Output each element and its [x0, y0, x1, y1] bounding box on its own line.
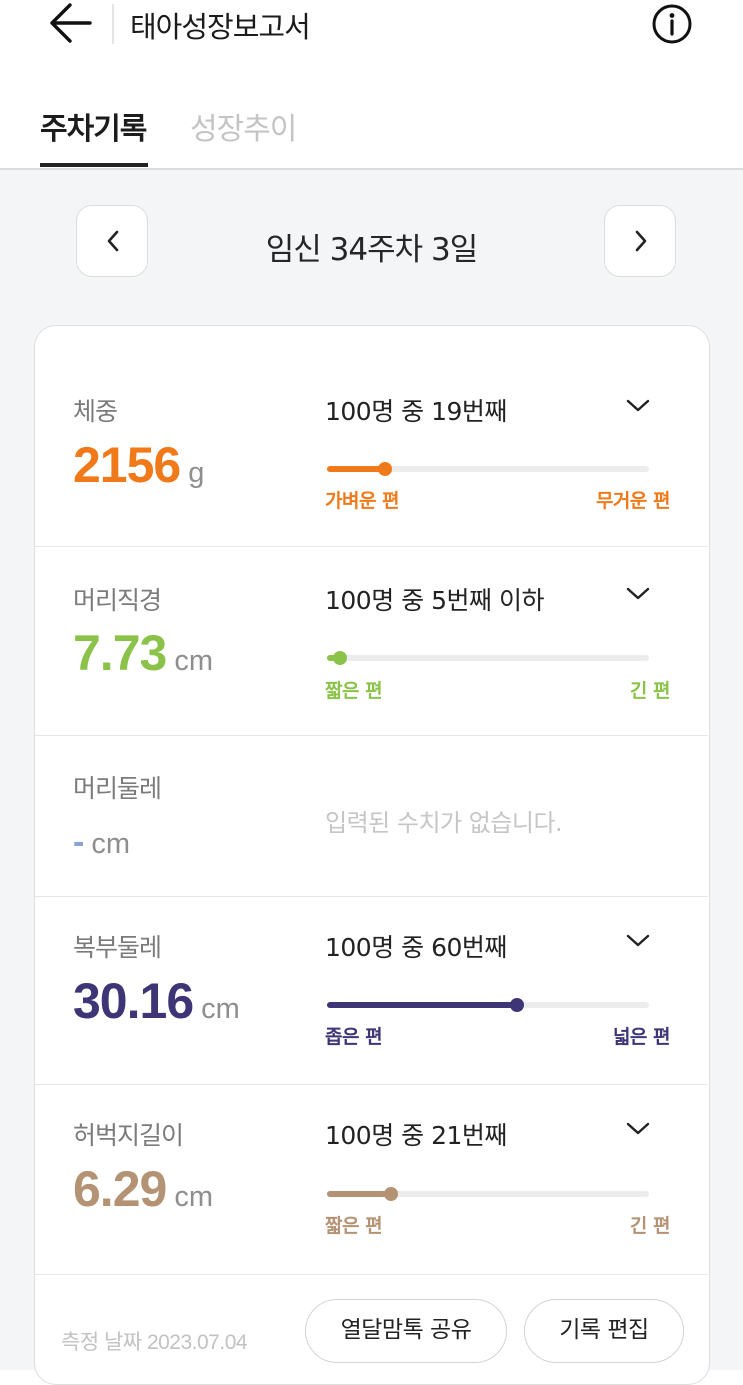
scale-right-label: 긴 편 — [629, 680, 671, 702]
scale-right-label: 무거운 편 — [595, 490, 671, 512]
arrow-left-icon — [50, 3, 92, 43]
edit-record-button[interactable]: 기록 편집 — [524, 1299, 684, 1363]
page-title: 태아성장보고서 — [130, 10, 311, 44]
percentile-fill — [327, 1002, 517, 1008]
report-content: 임신 34주차 3일 체중 2156 g 100명 중 19번째 가벼운 편 무거… — [0, 170, 743, 1385]
metric-number: 30.16 — [73, 973, 194, 1029]
chevron-down-icon[interactable] — [623, 1119, 653, 1139]
metric-unit: g — [188, 457, 205, 489]
percentile-bar — [327, 462, 649, 476]
metric-number: 2156 — [73, 437, 181, 493]
percentile-marker — [332, 651, 347, 665]
chevron-right-icon — [635, 230, 647, 252]
percentile-bar — [327, 1187, 649, 1201]
metric-rank: 100명 중 21번째 — [325, 1121, 507, 1150]
metric-value: 6.29 cm — [73, 1160, 213, 1218]
metric-unit: cm — [174, 1181, 213, 1213]
percentile-marker — [377, 462, 392, 476]
scale-right-label: 넓은 편 — [612, 1026, 671, 1048]
percentile-marker — [509, 998, 524, 1012]
metric-value: 30.16 cm — [73, 972, 240, 1030]
metric-value: 2156 g — [73, 436, 204, 494]
active-tab-indicator — [40, 163, 148, 167]
tab-weekly-record[interactable]: 주차기록 — [40, 104, 147, 148]
metric-unit: cm — [174, 645, 213, 677]
metric-value: - cm — [73, 823, 130, 862]
info-circle-icon — [652, 4, 692, 44]
share-button[interactable]: 열달맘톡 공유 — [305, 1299, 507, 1363]
next-week-button[interactable] — [604, 205, 676, 277]
metric-rank: 100명 중 19번째 — [325, 397, 507, 426]
header-divider — [112, 4, 114, 44]
metric-label: 체중 — [73, 397, 118, 426]
empty-value-message: 입력된 수치가 없습니다. — [325, 809, 563, 837]
metric-label: 머리둘레 — [73, 774, 162, 803]
percentile-fill — [327, 1191, 392, 1197]
metric-label: 허벅지길이 — [73, 1121, 184, 1150]
chevron-down-icon[interactable] — [623, 396, 653, 416]
metric-row-weight: 체중 2156 g 100명 중 19번째 가벼운 편 무거운 편 — [35, 326, 708, 547]
metric-number: - — [73, 823, 84, 861]
scale-left-label: 짧은 편 — [325, 680, 383, 702]
chevron-down-icon[interactable] — [623, 584, 653, 604]
metric-row-head-circumference: 머리둘레 - cm 입력된 수치가 없습니다. — [35, 735, 708, 897]
metrics-card: 체중 2156 g 100명 중 19번째 가벼운 편 무거운 편 머리직경 7.… — [34, 325, 710, 1385]
percentile-fill — [327, 466, 385, 472]
percentile-marker — [384, 1187, 399, 1201]
tab-bar: 주차기록 성장추이 — [0, 60, 743, 170]
metric-row-femur-length: 허벅지길이 6.29 cm 100명 중 21번째 짧은 편 긴 편 — [35, 1084, 708, 1275]
info-button[interactable] — [650, 2, 694, 46]
back-button[interactable] — [44, 0, 98, 46]
metric-label: 머리직경 — [73, 586, 162, 615]
app-header: 태아성장보고서 — [0, 0, 743, 60]
metric-value: 7.73 cm — [73, 624, 213, 682]
measurement-date: 측정 날짜 2023.07.04 — [61, 1331, 248, 1354]
percentile-bar — [327, 998, 649, 1012]
metric-unit: cm — [91, 828, 130, 860]
scale-left-label: 가벼운 편 — [325, 490, 400, 512]
scale-right-label: 긴 편 — [629, 1215, 671, 1237]
metric-row-head-diameter: 머리직경 7.73 cm 100명 중 5번째 이하 짧은 편 긴 편 — [35, 546, 708, 736]
scale-left-label: 좁은 편 — [325, 1026, 383, 1048]
percentile-bar — [327, 651, 649, 665]
metric-label: 복부둘레 — [73, 933, 162, 962]
tab-growth-trend[interactable]: 성장추이 — [190, 104, 297, 148]
metric-row-abdominal-circumference: 복부둘레 30.16 cm 100명 중 60번째 좁은 편 넓은 편 — [35, 896, 708, 1085]
scale-left-label: 짧은 편 — [325, 1215, 383, 1237]
metric-rank: 100명 중 5번째 이하 — [325, 586, 544, 615]
metric-unit: cm — [201, 993, 240, 1025]
chevron-down-icon[interactable] — [623, 931, 653, 951]
metric-number: 6.29 — [73, 1161, 167, 1217]
metric-number: 7.73 — [73, 625, 167, 681]
metric-rank: 100명 중 60번째 — [325, 933, 507, 962]
